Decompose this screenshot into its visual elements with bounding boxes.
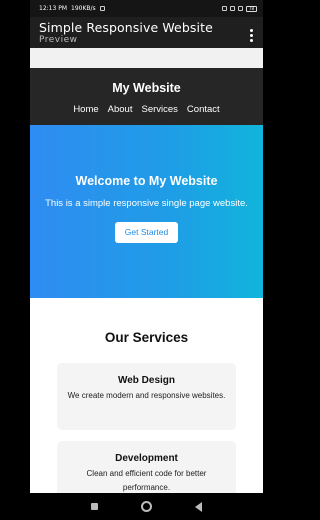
- hero-text: This is a simple responsive single page …: [45, 198, 248, 209]
- nav-link-home[interactable]: Home: [73, 104, 98, 115]
- site-name: My Website: [112, 81, 181, 95]
- alarm-icon: [99, 6, 105, 11]
- vibrate-icon: [222, 6, 227, 11]
- services-title: Our Services: [104, 330, 189, 345]
- phone-screen: 12:13 PM 190KB/s 78 Simple Responsive We…: [30, 0, 263, 520]
- service-card-web-design: Web Design We create modern and responsi…: [57, 363, 236, 430]
- home-icon[interactable]: [140, 501, 152, 512]
- hero-title: Welcome to My Website: [75, 174, 218, 188]
- service-card-text: We create modern and responsive websites…: [67, 391, 226, 400]
- status-time: 12:13 PM: [39, 5, 67, 12]
- app-title: Simple Responsive Website: [39, 20, 213, 35]
- signal-icon: [230, 6, 235, 11]
- service-card-title: Web Design: [117, 375, 176, 386]
- nav-link-services[interactable]: Services: [141, 104, 177, 115]
- app-bar: Simple Responsive Website Preview: [30, 17, 263, 48]
- status-bar: 12:13 PM 190KB/s 78: [30, 0, 263, 17]
- back-icon[interactable]: [194, 501, 202, 512]
- nav-link-contact[interactable]: Contact: [187, 104, 220, 115]
- status-left: 12:13 PM 190KB/s: [39, 5, 105, 12]
- service-card-development: Development Clean and efficient code for…: [57, 441, 236, 493]
- status-speed: 190KB/s: [71, 5, 96, 12]
- app-subtitle: Preview: [39, 35, 78, 45]
- wifi-icon: [238, 6, 243, 11]
- site-header: My Website Home About Services Contact: [30, 68, 263, 125]
- more-options-icon[interactable]: [250, 29, 253, 42]
- get-started-button[interactable]: Get Started: [114, 222, 179, 243]
- recents-icon[interactable]: [91, 503, 99, 510]
- webview-content[interactable]: My Website Home About Services Contact W…: [30, 48, 263, 493]
- status-right: 78: [222, 5, 257, 12]
- top-strip: [30, 48, 263, 68]
- service-card-text: Clean and efficient code for better perf…: [86, 469, 207, 492]
- battery-icon: 78: [246, 5, 257, 12]
- nav-link-about[interactable]: About: [108, 104, 133, 115]
- system-nav-bar: [30, 493, 263, 520]
- services-section: Our Services Web Design We create modern…: [30, 298, 263, 493]
- hero-section: Welcome to My Website This is a simple r…: [30, 125, 263, 298]
- service-card-title: Development: [115, 453, 178, 464]
- site-nav: Home About Services Contact: [30, 104, 263, 115]
